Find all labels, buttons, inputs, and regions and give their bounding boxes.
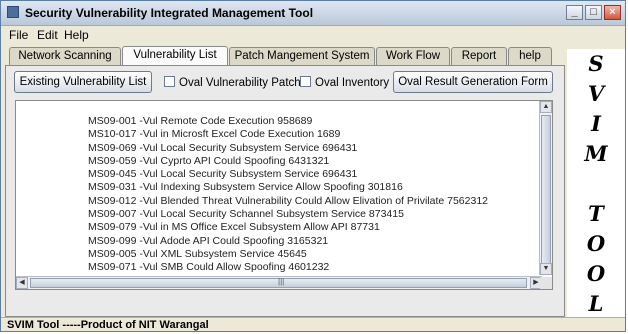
oval-result-generation-form-button[interactable]: Oval Result Generation Form bbox=[393, 71, 553, 93]
vulnerability-list: MS09-001 -Vul Remote Code Execution 9586… bbox=[88, 115, 488, 275]
title-bar[interactable]: Security Vulnerability Integrated Manage… bbox=[1, 1, 625, 26]
tab-vulnerability-list[interactable]: Vulnerability List bbox=[122, 46, 228, 66]
close-button[interactable]: × bbox=[604, 5, 621, 20]
list-item[interactable]: MS10-017 -Vul in Microsft Excel Code Exe… bbox=[88, 128, 488, 141]
tab-help[interactable]: help bbox=[508, 47, 552, 65]
banner-letter: T bbox=[588, 201, 604, 226]
list-item[interactable]: MS09-069 -Vul Local Security Subsystem S… bbox=[88, 142, 488, 155]
banner-letter: M bbox=[584, 141, 608, 166]
list-item[interactable]: MS09-079 -Vul in MS Office Excel Subsyst… bbox=[88, 221, 488, 234]
minimize-button[interactable]: _ bbox=[566, 5, 583, 20]
tab-network-scanning[interactable]: Network Scanning bbox=[9, 47, 121, 65]
arrow-up-icon[interactable]: ▲ bbox=[540, 101, 552, 113]
status-bar: SVIM Tool -----Product of NIT Warangal bbox=[1, 317, 625, 331]
banner-letter: O bbox=[586, 231, 606, 256]
menu-edit[interactable]: Edit bbox=[37, 28, 58, 42]
banner-letter: S bbox=[588, 51, 604, 76]
menu-bar: File Edit Help bbox=[1, 26, 625, 44]
status-text: SVIM Tool -----Product of NIT Warangal bbox=[7, 319, 209, 331]
arrow-left-icon[interactable]: ◀ bbox=[16, 277, 28, 289]
list-item[interactable]: MS09-012 -Vul Blended Threat Vulnerabili… bbox=[88, 195, 488, 208]
list-item[interactable]: MS09-045 -Vul Local Security Subsystem S… bbox=[88, 168, 488, 181]
tab-work-flow[interactable]: Work Flow bbox=[376, 47, 450, 65]
list-item[interactable]: MS09-031 -Vul Indexing Subsystem Service… bbox=[88, 181, 488, 194]
oval-vulnerability-patch-checkbox[interactable]: Oval Vulnerability Patch bbox=[164, 76, 301, 90]
list-item[interactable]: MS09-001 -Vul Remote Code Execution 9586… bbox=[88, 115, 488, 128]
menu-file[interactable]: File bbox=[9, 28, 28, 42]
main-window: Security Vulnerability Integrated Manage… bbox=[0, 0, 626, 332]
horizontal-scrollbar[interactable]: ◀ ||| ▶ bbox=[16, 276, 542, 289]
oval-inventory-checkbox[interactable]: Oval Inventory bbox=[300, 76, 389, 90]
list-item[interactable]: MS09-099 -Vul Adode API Could Spoofing 3… bbox=[88, 235, 488, 248]
tab-report[interactable]: Report bbox=[451, 47, 507, 65]
arrow-down-icon[interactable]: ▼ bbox=[540, 263, 552, 275]
vertical-scroll-thumb[interactable] bbox=[541, 115, 551, 269]
list-item[interactable]: MS09-005 -Vul XML Subsystem Service 4564… bbox=[88, 248, 488, 261]
list-item[interactable]: MS09-007 -Vul Local Security Schannel Su… bbox=[88, 208, 488, 221]
vulnerability-list-panel: Existing Vulnerability List Oval Vulnera… bbox=[5, 65, 565, 317]
tab-patch-management-system[interactable]: Patch Mangement System bbox=[229, 47, 375, 65]
banner-letter: L bbox=[588, 291, 604, 316]
window-title: Security Vulnerability Integrated Manage… bbox=[25, 6, 314, 20]
list-item[interactable]: MS09-059 -Vul Cyprto API Could Spoofing … bbox=[88, 155, 488, 168]
oval-vulnerability-patch-label: Oval Vulnerability Patch bbox=[179, 77, 301, 89]
oval-inventory-label: Oval Inventory bbox=[315, 77, 390, 89]
svim-tool-banner: S V I M T O O L bbox=[567, 49, 625, 317]
vertical-scrollbar[interactable]: ▲ ▼ bbox=[539, 101, 552, 275]
checkbox-box[interactable] bbox=[164, 76, 175, 88]
app-icon bbox=[7, 6, 19, 18]
banner-letter: I bbox=[591, 111, 601, 136]
maximize-button[interactable]: □ bbox=[585, 5, 602, 20]
list-item[interactable]: MS09-071 -Vul SMB Could Allow Spoofing 4… bbox=[88, 261, 488, 274]
menu-help[interactable]: Help bbox=[64, 28, 89, 42]
scroll-corner bbox=[540, 277, 552, 289]
checkbox-box[interactable] bbox=[300, 76, 311, 88]
banner-letter: V bbox=[587, 81, 605, 106]
vulnerability-list-box[interactable]: MS09-001 -Vul Remote Code Execution 9586… bbox=[15, 100, 553, 290]
banner-letter: O bbox=[586, 261, 606, 286]
scroll-grip-icon: ||| bbox=[278, 277, 285, 286]
existing-vulnerability-list-button[interactable]: Existing Vulnerability List bbox=[14, 71, 152, 93]
